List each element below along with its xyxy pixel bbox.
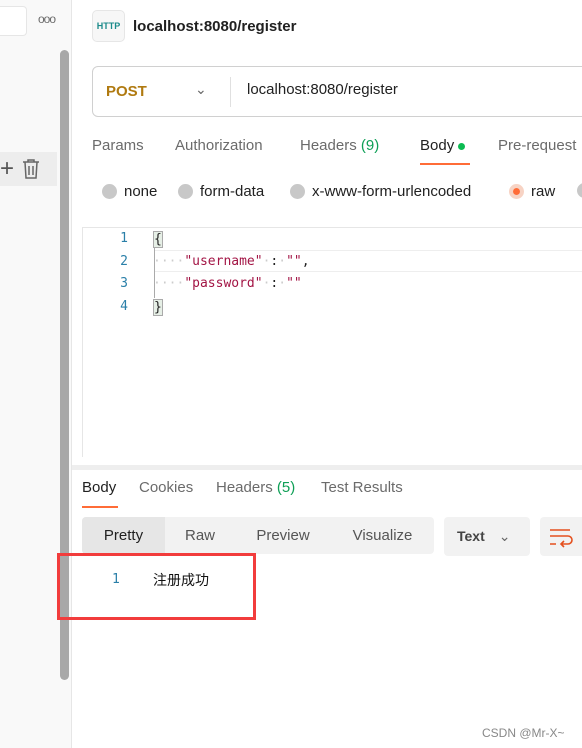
response-tab-test-results[interactable]: Test Results — [321, 479, 403, 496]
radio-icon — [577, 183, 582, 198]
radio-binary[interactable] — [577, 183, 582, 198]
tab-pre-request[interactable]: Pre-request — [498, 137, 576, 154]
tab-body[interactable]: Body — [420, 137, 466, 154]
tab-label: Headers — [216, 479, 273, 496]
format-select[interactable]: Text ⌄ — [444, 517, 530, 556]
chevron-down-icon[interactable]: ⌄ — [195, 81, 207, 98]
more-icon[interactable]: ooo — [38, 12, 56, 26]
json-key: "password" — [184, 276, 263, 291]
json-value: "" — [286, 254, 302, 269]
pane-resize-handle[interactable] — [72, 465, 582, 470]
response-tab-cookies[interactable]: Cookies — [139, 479, 193, 496]
radio-none[interactable]: none — [102, 183, 157, 200]
headers-count: (9) — [360, 137, 380, 154]
trash-icon[interactable] — [22, 158, 40, 185]
radio-icon — [178, 184, 193, 199]
active-tab-underline — [420, 163, 470, 165]
plus-icon[interactable]: + — [0, 155, 14, 183]
highlight-annotation-box — [57, 553, 256, 620]
view-preview[interactable]: Preview — [240, 517, 326, 554]
view-visualize[interactable]: Visualize — [336, 517, 429, 554]
radio-label: raw — [531, 183, 556, 200]
tab-headers[interactable]: Headers (9) — [300, 137, 379, 154]
json-value: "" — [286, 276, 302, 291]
radio-icon — [290, 184, 305, 199]
radio-raw[interactable]: raw — [509, 183, 555, 200]
radio-selected-icon — [509, 184, 524, 199]
bracket: } — [153, 299, 163, 316]
active-tab-underline — [82, 506, 118, 508]
divider — [230, 77, 231, 107]
radio-form-data[interactable]: form-data — [178, 183, 264, 200]
request-title[interactable]: localhost:8080/register — [133, 18, 296, 35]
tab-params[interactable]: Params — [92, 137, 144, 154]
code-line[interactable]: { — [153, 231, 163, 248]
chevron-down-icon: ⌄ — [498, 528, 511, 544]
tab-label: Body — [420, 137, 455, 154]
view-pretty[interactable]: Pretty — [82, 517, 165, 554]
json-key: "username" — [184, 254, 263, 269]
method-select[interactable]: POST — [106, 83, 147, 100]
response-tab-headers[interactable]: Headers (5) — [216, 479, 295, 496]
format-label: Text — [457, 528, 485, 544]
sidebar-search-input[interactable] — [0, 6, 27, 36]
line-number: 2 — [120, 254, 128, 269]
line-number: 4 — [120, 299, 128, 314]
bracket: { — [153, 231, 163, 248]
radio-label: none — [124, 183, 158, 200]
radio-icon — [102, 184, 117, 199]
line-number: 1 — [120, 231, 128, 246]
line-number: 3 — [120, 276, 128, 291]
divider — [82, 227, 582, 228]
radio-label: form-data — [200, 183, 265, 200]
radio-urlencoded[interactable]: x-www-form-urlencoded — [290, 183, 471, 200]
tab-label: Headers — [300, 137, 357, 154]
wrap-icon — [550, 529, 573, 548]
modified-dot-icon — [458, 142, 466, 150]
gutter-divider — [82, 227, 83, 457]
response-tab-body[interactable]: Body — [82, 479, 116, 496]
watermark: CSDN @Mr-X~ — [482, 726, 565, 740]
code-line[interactable]: } — [153, 299, 163, 316]
http-icon: HTTP — [92, 10, 125, 42]
code-line[interactable]: ····"username"·:·"", — [153, 254, 310, 269]
radio-label: x-www-form-urlencoded — [312, 183, 472, 200]
url-input[interactable]: localhost:8080/register — [247, 81, 398, 98]
view-raw[interactable]: Raw — [165, 517, 235, 554]
tab-authorization[interactable]: Authorization — [175, 137, 263, 154]
headers-count: (5) — [276, 479, 296, 496]
wrap-lines-button[interactable] — [540, 517, 582, 556]
code-line[interactable]: ····"password"·:·"" — [153, 276, 302, 291]
